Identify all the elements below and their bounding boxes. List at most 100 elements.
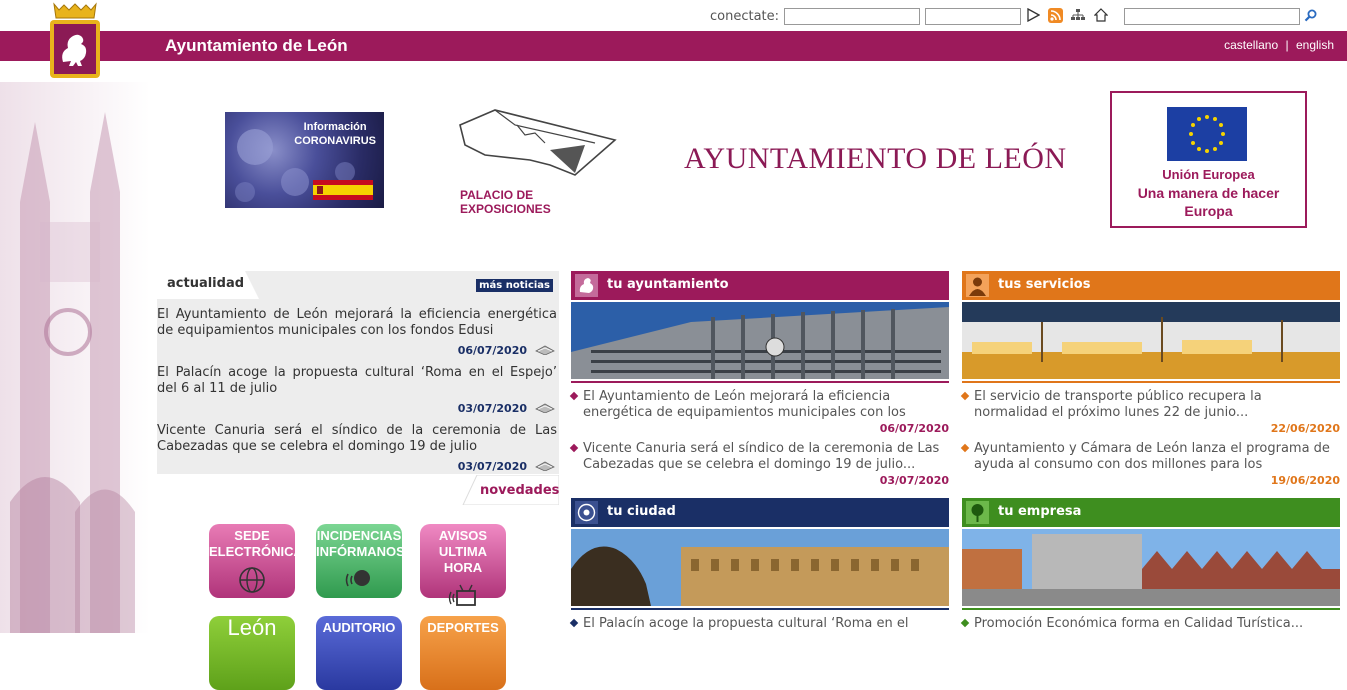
sede-line1: SEDE	[234, 528, 270, 543]
section-title: tus servicios	[998, 277, 1091, 292]
list-item-text: El Palacín acoge la propuesta cultural ‘…	[583, 616, 909, 631]
rose-window-icon	[575, 501, 598, 524]
news-item-text: Vicente Canuria será el síndico de la ce…	[157, 423, 557, 454]
incidencias-line2: INFÓRMANOS	[316, 544, 405, 559]
top-login-bar: conectate:	[0, 0, 1347, 31]
section-tu-ayuntamiento: tu ayuntamiento El Ayuntamiento de León …	[569, 271, 949, 489]
incidencias-button[interactable]: INCIDENCIAS INFÓRMANOS	[316, 524, 405, 598]
ciudad-photo[interactable]	[571, 529, 949, 606]
list-item-date: 06/07/2020	[879, 422, 949, 435]
tv-icon	[448, 584, 476, 606]
book-icon[interactable]	[535, 459, 555, 471]
sede-electronica-button[interactable]: SEDE ELECTRÓNICA	[209, 524, 303, 598]
palacio-label: PALACIO DE EXPOSICIONES	[460, 188, 551, 216]
news-item-text: El Palacín acoge la propuesta cultural ‘…	[157, 365, 557, 396]
avisos-line2: ULTIMA HORA	[438, 544, 488, 575]
incidencias-line1: INCIDENCIAS	[316, 528, 402, 543]
section-title: tu ciudad	[607, 504, 676, 519]
news-item[interactable]: El Ayuntamiento de León mejorará la efic…	[157, 307, 557, 357]
cathedral-illustration	[0, 82, 150, 633]
lang-separator: |	[1285, 38, 1289, 52]
more-news-link[interactable]: más noticias	[476, 279, 553, 292]
section-tu-ciudad: tu ciudad El Palacín acoge la propuesta …	[569, 498, 949, 633]
section-divider	[571, 381, 949, 383]
news-item[interactable]: El Palacín acoge la propuesta cultural ‘…	[157, 365, 557, 415]
person-icon	[966, 274, 989, 297]
section-title: tu ayuntamiento	[607, 277, 729, 292]
section-header[interactable]: tus servicios	[962, 271, 1340, 300]
login-label: conectate:	[710, 9, 780, 24]
eu-line3: Europa	[1184, 203, 1233, 219]
news-item-date: 06/07/2020	[457, 344, 527, 357]
list-item-text: Vicente Canuria será el síndico de la ce…	[583, 441, 940, 472]
news-item-date: 03/07/2020	[457, 402, 527, 415]
section-divider	[571, 608, 949, 610]
login-submit-icon[interactable]	[1025, 7, 1041, 23]
lion-icon	[575, 274, 598, 297]
news-item-date: 03/07/2020	[457, 460, 527, 473]
lang-castellano-link[interactable]: castellano	[1224, 38, 1278, 52]
bullet-icon	[569, 391, 579, 401]
avisos-line1: AVISOS	[438, 528, 488, 543]
city-crest-logo[interactable]	[46, 2, 104, 82]
bullet-icon	[960, 443, 970, 453]
password-input[interactable]	[925, 8, 1021, 25]
eu-line2: Una manera de hacer	[1137, 185, 1280, 201]
search-input[interactable]	[1124, 8, 1300, 25]
sitemap-icon[interactable]	[1070, 7, 1086, 23]
page-title: AYUNTAMIENTO DE LEÓN	[684, 142, 1067, 175]
leon-line1: León	[227, 615, 277, 640]
speaking-head-icon	[345, 570, 370, 587]
search-icon[interactable]	[1302, 7, 1318, 23]
corona-line2: CORONAVIRUS	[294, 135, 376, 147]
deportes-button[interactable]: DEPORTES	[420, 616, 506, 690]
list-item-text: El servicio de transporte público recupe…	[974, 389, 1262, 420]
eu-funding-banner[interactable]: Unión Europea Una manera de hacer Europa	[1110, 91, 1307, 228]
site-title[interactable]: Ayuntamiento de León	[165, 36, 348, 56]
eu-line1: Unión Europea	[1162, 167, 1255, 182]
section-header[interactable]: tu ciudad	[571, 498, 949, 527]
tab-novedades[interactable]: novedades	[480, 483, 559, 498]
news-item-text: El Ayuntamiento de León mejorará la efic…	[157, 307, 557, 338]
list-item-date: 22/06/2020	[1270, 422, 1340, 435]
bullet-icon	[569, 618, 579, 628]
book-icon[interactable]	[535, 343, 555, 355]
list-item-text: Ayuntamiento y Cámara de León lanza el p…	[974, 441, 1330, 472]
avisos-button[interactable]: AVISOS ULTIMA HORA	[420, 524, 506, 606]
tab-actualidad-label: actualidad	[167, 276, 245, 291]
auditorio-line1: AUDITORIO	[322, 620, 396, 635]
username-input[interactable]	[784, 8, 920, 25]
section-header[interactable]: tu ayuntamiento	[571, 271, 949, 300]
list-item-text: El Ayuntamiento de León mejorará la efic…	[583, 389, 906, 420]
section-header[interactable]: tu empresa	[962, 498, 1340, 527]
section-tu-empresa: tu empresa Promoción Económica forma en …	[960, 498, 1340, 633]
eu-flag-icon	[1167, 107, 1247, 161]
bullet-icon	[960, 618, 970, 628]
section-tus-servicios: tus servicios El servicio de transporte …	[960, 271, 1340, 489]
deportes-line1: DEPORTES	[427, 620, 499, 635]
palacio-exposiciones-logo[interactable]: PALACIO DE EXPOSICIONES	[455, 105, 620, 216]
servicios-building-photo[interactable]	[962, 302, 1340, 379]
list-item-text: Promoción Económica forma en Calidad Tur…	[974, 616, 1304, 631]
language-switcher: castellano | english	[1224, 38, 1334, 52]
bullet-icon	[569, 443, 579, 453]
home-icon[interactable]	[1093, 7, 1109, 23]
globe-icon	[239, 567, 265, 593]
sede-line2: ELECTRÓNICA	[209, 544, 303, 559]
book-icon[interactable]	[535, 401, 555, 413]
coronavirus-info-banner[interactable]: Información CORONAVIRUS	[225, 112, 384, 208]
bullet-icon	[960, 391, 970, 401]
leon-button[interactable]: León	[209, 616, 295, 690]
list-item-date: 03/07/2020	[879, 474, 949, 487]
news-item[interactable]: Vicente Canuria será el síndico de la ce…	[157, 423, 557, 473]
lang-english-link[interactable]: english	[1296, 38, 1334, 52]
ayuntamiento-building-photo[interactable]	[571, 302, 949, 379]
empresa-photo[interactable]	[962, 529, 1340, 606]
section-divider	[962, 608, 1340, 610]
corona-line1: Información	[303, 121, 367, 133]
tab-actualidad[interactable]: actualidad	[157, 271, 259, 299]
list-item-date: 19/06/2020	[1270, 474, 1340, 487]
rss-icon[interactable]	[1047, 7, 1063, 23]
auditorio-button[interactable]: AUDITORIO	[316, 616, 402, 690]
news-panel: actualidad más noticias El Ayuntamiento …	[157, 271, 559, 474]
